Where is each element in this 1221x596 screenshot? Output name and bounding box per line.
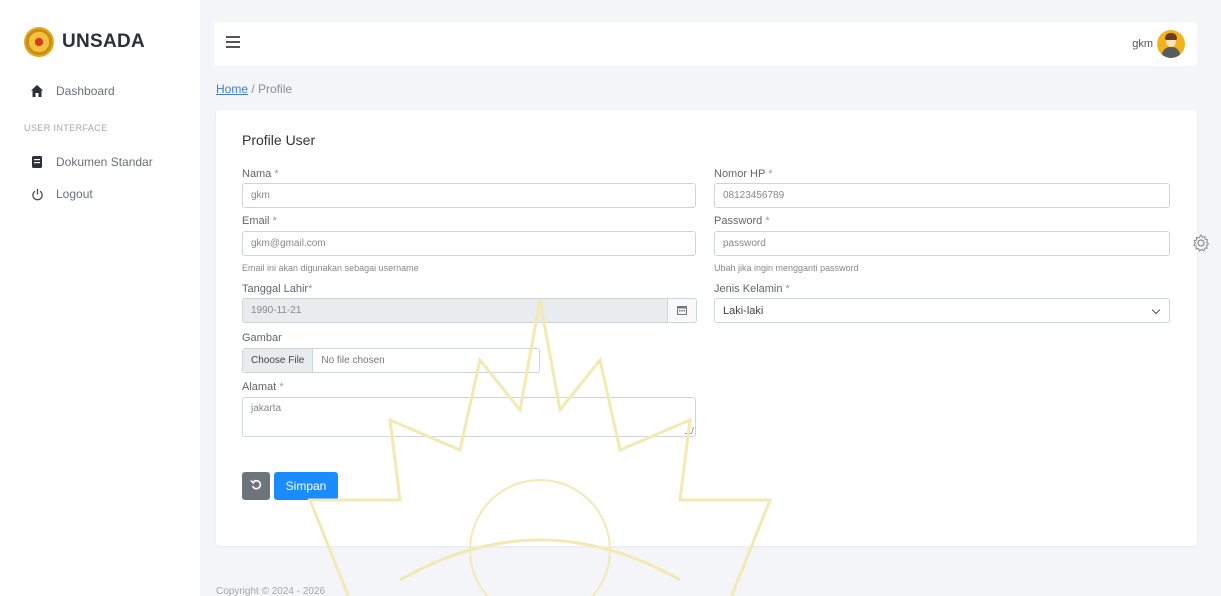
footer-copyright: Copyright © 2024 - 2026 (216, 586, 326, 596)
user-menu[interactable]: gkm (1132, 30, 1185, 58)
undo-icon (250, 477, 262, 495)
sidebar-item-logout[interactable]: Logout (30, 187, 93, 201)
nama-label: Nama * (242, 168, 279, 180)
card-title: Profile User (242, 132, 316, 148)
chevron-down-icon (1151, 305, 1161, 315)
nama-input[interactable]: gkm (242, 183, 696, 208)
hamburger-icon[interactable] (226, 36, 240, 50)
gambar-label: Gambar (242, 332, 282, 344)
alamat-label: Alamat * (242, 381, 284, 393)
sidebar-item-label: Logout (56, 187, 93, 201)
brand[interactable]: UNSADA (24, 26, 145, 58)
choose-file-button[interactable]: Choose File (243, 349, 314, 372)
password-hint: Ubah jika ingin mengganti password (714, 263, 859, 273)
password-label: Password * (714, 215, 770, 227)
sidebar-item-label: Dashboard (56, 84, 115, 98)
alamat-textarea[interactable]: jakarta (242, 397, 696, 437)
settings-gear-icon[interactable] (1192, 234, 1210, 252)
topbar: gkm (214, 22, 1197, 66)
jenis-kelamin-select[interactable]: Laki-laki (714, 298, 1170, 323)
home-icon (30, 84, 44, 98)
password-input[interactable]: password (714, 231, 1170, 256)
sidebar: UNSADA Dashboard USER INTERFACE Dokumen … (0, 0, 200, 596)
save-button[interactable]: Simpan (274, 472, 338, 500)
tanggal-lahir-input[interactable]: 1990-11-21 (242, 298, 668, 323)
reset-button[interactable] (242, 472, 270, 500)
brand-logo (24, 27, 54, 57)
sidebar-item-dokumen-standar[interactable]: Dokumen Standar (30, 155, 153, 169)
breadcrumb-current: Profile (258, 82, 293, 96)
calendar-icon (677, 302, 687, 320)
main-content: gkm Home / Profile Profile User Nama * g… (200, 0, 1221, 596)
user-name: gkm (1132, 38, 1153, 50)
calendar-button[interactable] (667, 298, 697, 323)
book-icon (30, 155, 44, 169)
sidebar-item-dashboard[interactable]: Dashboard (30, 84, 115, 98)
nomor-hp-input[interactable]: 08123456789 (714, 183, 1170, 208)
jenis-kelamin-label: Jenis Kelamin * (714, 283, 790, 295)
power-icon (30, 187, 44, 201)
tanggal-lahir-label: Tanggal Lahir* (242, 283, 313, 295)
breadcrumb: Home / Profile (216, 82, 292, 96)
profile-card: Profile User Nama * gkm Nomor HP * 08123… (216, 110, 1197, 546)
avatar (1157, 30, 1185, 58)
nomor-hp-label: Nomor HP * (714, 168, 773, 180)
resize-handle-icon[interactable] (684, 427, 695, 434)
email-hint: Email ini akan digunakan sebagai usernam… (242, 263, 419, 273)
brand-name: UNSADA (62, 31, 146, 52)
email-input[interactable]: gkm@gmail.com (242, 231, 696, 256)
sidebar-item-label: Dokumen Standar (56, 155, 153, 169)
breadcrumb-home-link[interactable]: Home (216, 82, 248, 96)
file-status: No file chosen (321, 355, 385, 366)
sidebar-section-label: USER INTERFACE (24, 123, 108, 133)
breadcrumb-separator: / (248, 82, 259, 96)
gambar-file-input[interactable]: Choose File No file chosen (242, 348, 540, 373)
email-label: Email * (242, 215, 277, 227)
